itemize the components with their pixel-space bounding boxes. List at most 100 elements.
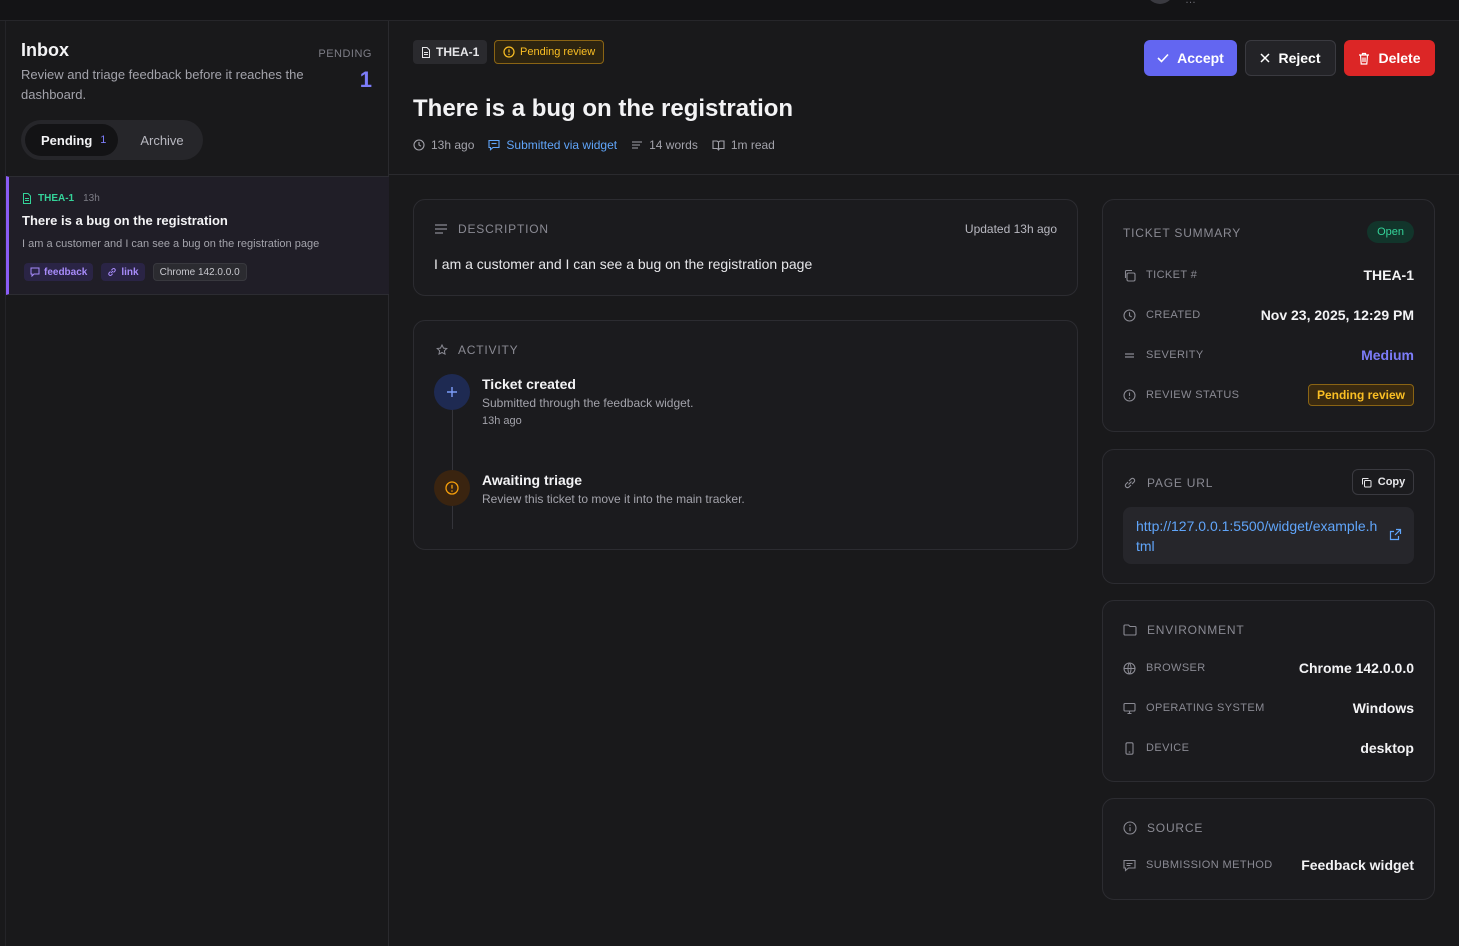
copy-icon — [1361, 477, 1372, 488]
summary-key: TICKET # — [1123, 269, 1197, 282]
clock-icon — [1123, 308, 1136, 322]
link-icon — [107, 267, 117, 277]
summary-key: CREATED — [1123, 308, 1201, 322]
alert-circle-icon — [434, 470, 470, 506]
document-icon — [421, 46, 431, 58]
user-avatar[interactable] — [1146, 0, 1174, 4]
source-key: SUBMISSION METHOD — [1123, 859, 1273, 872]
environment-row-device: DEVICE desktop — [1123, 737, 1414, 759]
folder-icon — [1123, 624, 1137, 636]
document-icon — [22, 193, 32, 204]
copy-button[interactable]: Copy — [1352, 469, 1414, 495]
tab-archive[interactable]: Archive — [125, 124, 199, 156]
page-url-link[interactable]: http://127.0.0.1:5500/widget/example.htm… — [1136, 516, 1381, 556]
list-item-meta: THEA-1 13h — [22, 193, 100, 204]
summary-key-label: REVIEW STATUS — [1146, 389, 1240, 401]
summary-key: REVIEW STATUS — [1123, 388, 1240, 402]
event-subtitle: Review this ticket to move it into the m… — [482, 492, 745, 506]
environment-key-label: DEVICE — [1146, 742, 1190, 754]
meta-words-text: 14 words — [649, 138, 698, 152]
tab-pending[interactable]: Pending 1 — [25, 124, 118, 156]
monitor-icon — [1123, 702, 1136, 715]
timeline-line — [452, 409, 453, 529]
list-item-id: THEA-1 — [38, 193, 75, 204]
summary-key-label: CREATED — [1146, 309, 1201, 321]
text-lines-icon — [631, 139, 643, 151]
tag-feedback-label: feedback — [44, 266, 88, 278]
close-icon — [1260, 53, 1271, 63]
ticket-status-chip: Pending review — [494, 40, 605, 64]
ticket-meta: 13h ago Submitted via widget 14 words 1m… — [413, 138, 789, 152]
source-value: Feedback widget — [1301, 857, 1414, 873]
tab-pending-count: 1 — [100, 134, 107, 146]
description-heading-label: DESCRIPTION — [458, 222, 549, 236]
copy-label: Copy — [1377, 476, 1406, 488]
source-card: SOURCE SUBMISSION METHOD Feedback widget — [1102, 798, 1435, 900]
summary-row-created: CREATED Nov 23, 2025, 12:29 PM — [1123, 304, 1414, 326]
tag-link: link — [101, 263, 145, 281]
user-name[interactable]: … — [1185, 0, 1196, 6]
environment-key: OPERATING SYSTEM — [1123, 702, 1265, 715]
ticket-id-chip: THEA-1 — [413, 40, 488, 64]
check-icon — [1157, 53, 1169, 63]
plus-icon — [434, 374, 470, 410]
summary-row-ticket: TICKET # THEA-1 — [1123, 264, 1414, 286]
description-updated: Updated 13h ago — [964, 222, 1057, 236]
ticket-status: Pending review — [520, 46, 596, 58]
summary-value: THEA-1 — [1363, 267, 1414, 283]
copy-icon — [1123, 269, 1136, 282]
summary-value: Nov 23, 2025, 12:29 PM — [1260, 307, 1414, 323]
status-badge: Open — [1367, 221, 1414, 243]
meta-age-text: 13h ago — [431, 138, 475, 152]
list-item-time: 13h — [83, 193, 100, 204]
environment-row-browser: BROWSER Chrome 142.0.0.0 — [1123, 657, 1414, 679]
smartphone-icon — [1123, 741, 1136, 755]
reject-button[interactable]: Reject — [1245, 40, 1336, 76]
inbox-sidebar: Inbox Review and triage feedback before … — [5, 21, 389, 946]
star-icon — [436, 344, 448, 356]
tag-link-label: link — [121, 266, 139, 278]
url-box: http://127.0.0.1:5500/widget/example.htm… — [1123, 507, 1414, 564]
environment-heading: ENVIRONMENT — [1123, 623, 1244, 637]
event-title: Ticket created — [482, 376, 576, 392]
source-key-label: SUBMISSION METHOD — [1146, 859, 1273, 871]
external-link-icon[interactable] — [1389, 528, 1402, 541]
summary-key-label: TICKET # — [1146, 269, 1198, 281]
tag-feedback: feedback — [24, 263, 94, 281]
description-card: DESCRIPTION Updated 13h ago I am a custo… — [413, 199, 1078, 296]
ticket-summary-card: TICKET SUMMARY Open TICKET # THEA-1 CREA… — [1102, 199, 1435, 432]
page-url-card: PAGE URL Copy http://127.0.0.1:5500/widg… — [1102, 449, 1435, 584]
reject-label: Reject — [1278, 50, 1321, 66]
inbox-title: Inbox — [21, 40, 69, 60]
inbox-list-item[interactable]: THEA-1 13h There is a bug on the registr… — [6, 176, 389, 295]
source-row-method: SUBMISSION METHOD Feedback widget — [1123, 854, 1414, 876]
align-left-icon — [434, 223, 448, 235]
environment-value: Chrome 142.0.0.0 — [1298, 660, 1414, 676]
delete-label: Delete — [1378, 50, 1421, 66]
environment-key: DEVICE — [1123, 741, 1190, 755]
page-url-heading-label: PAGE URL — [1147, 476, 1214, 490]
chat-icon — [488, 139, 500, 151]
chat-icon — [30, 267, 40, 277]
summary-row-review-status: REVIEW STATUS Pending review — [1123, 384, 1414, 406]
list-item-title: There is a bug on the registration — [22, 213, 228, 228]
pending-label: PENDING — [318, 48, 372, 60]
trash-icon — [1358, 52, 1370, 65]
environment-key-label: BROWSER — [1146, 662, 1206, 674]
list-item-tags: feedback link Chrome 142.0.0.0 — [24, 263, 247, 281]
environment-heading-label: ENVIRONMENT — [1147, 623, 1245, 637]
book-open-icon — [712, 139, 725, 151]
meta-read-text: 1m read — [730, 138, 775, 152]
ticket-header: THEA-1 Pending review There is a bug on … — [389, 21, 1459, 175]
summary-value: Medium — [1361, 347, 1414, 363]
meta-read: 1m read — [712, 138, 775, 152]
delete-button[interactable]: Delete — [1344, 40, 1435, 76]
source-heading: SOURCE — [1123, 821, 1203, 835]
alert-circle-icon — [1123, 388, 1136, 402]
top-bar: … — [0, 0, 1459, 21]
tab-pending-label: Pending — [41, 132, 93, 148]
meta-source-text: Submitted via widget — [506, 138, 618, 152]
tag-browser: Chrome 142.0.0.0 — [152, 263, 247, 281]
alert-circle-icon — [503, 46, 515, 58]
accept-button[interactable]: Accept — [1144, 40, 1237, 76]
